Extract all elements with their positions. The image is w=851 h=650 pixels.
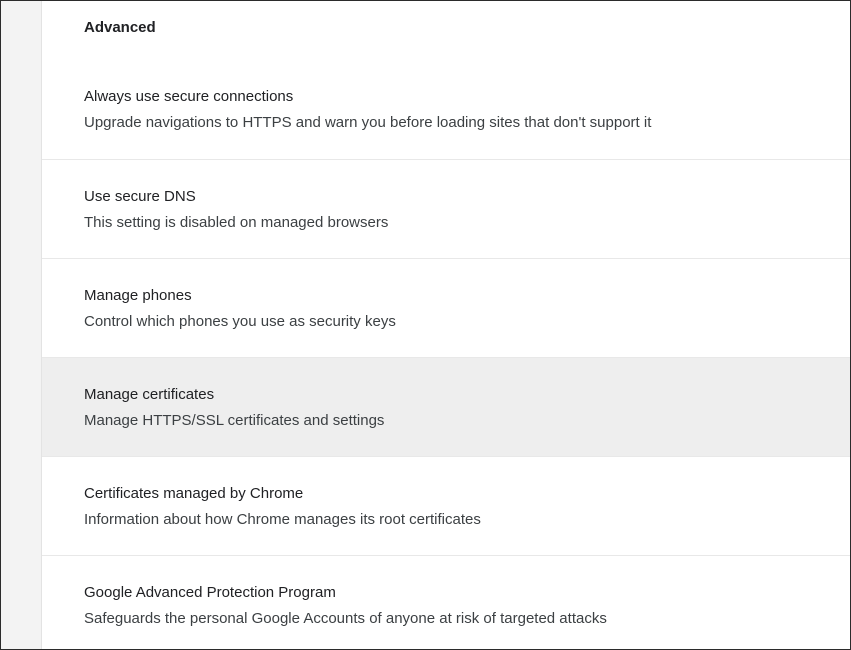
setting-description: Upgrade navigations to HTTPS and warn yo… <box>84 114 652 131</box>
setting-always-use-secure-connections[interactable]: Always use secure connections Upgrade na… <box>42 60 850 160</box>
setting-certificates-managed-by-chrome[interactable]: Certificates managed by Chrome Informati… <box>42 457 850 556</box>
setting-use-secure-dns[interactable]: Use secure DNS This setting is disabled … <box>42 160 850 259</box>
settings-list: Always use secure connections Upgrade na… <box>42 60 850 649</box>
setting-manage-certificates[interactable]: Manage certificates Manage HTTPS/SSL cer… <box>42 358 850 457</box>
setting-title: Manage phones <box>84 287 192 304</box>
settings-panel: Advanced Always use secure connections U… <box>42 1 850 649</box>
setting-title: Use secure DNS <box>84 188 196 205</box>
setting-description: Manage HTTPS/SSL certificates and settin… <box>84 412 385 429</box>
setting-title: Certificates managed by Chrome <box>84 485 304 502</box>
setting-title: Google Advanced Protection Program <box>84 584 336 601</box>
setting-manage-phones[interactable]: Manage phones Control which phones you u… <box>42 259 850 358</box>
setting-google-advanced-protection-program[interactable]: Google Advanced Protection Program Safeg… <box>42 556 850 649</box>
settings-window: Advanced Always use secure connections U… <box>0 0 851 650</box>
setting-description: Safeguards the personal Google Accounts … <box>84 610 607 627</box>
setting-title: Manage certificates <box>84 386 215 403</box>
setting-description: Control which phones you use as security… <box>84 313 396 330</box>
left-rail <box>1 1 42 649</box>
section-heading: Advanced <box>84 19 156 36</box>
setting-description: This setting is disabled on managed brow… <box>84 214 389 231</box>
setting-title: Always use secure connections <box>84 88 294 105</box>
setting-description: Information about how Chrome manages its… <box>84 511 481 528</box>
